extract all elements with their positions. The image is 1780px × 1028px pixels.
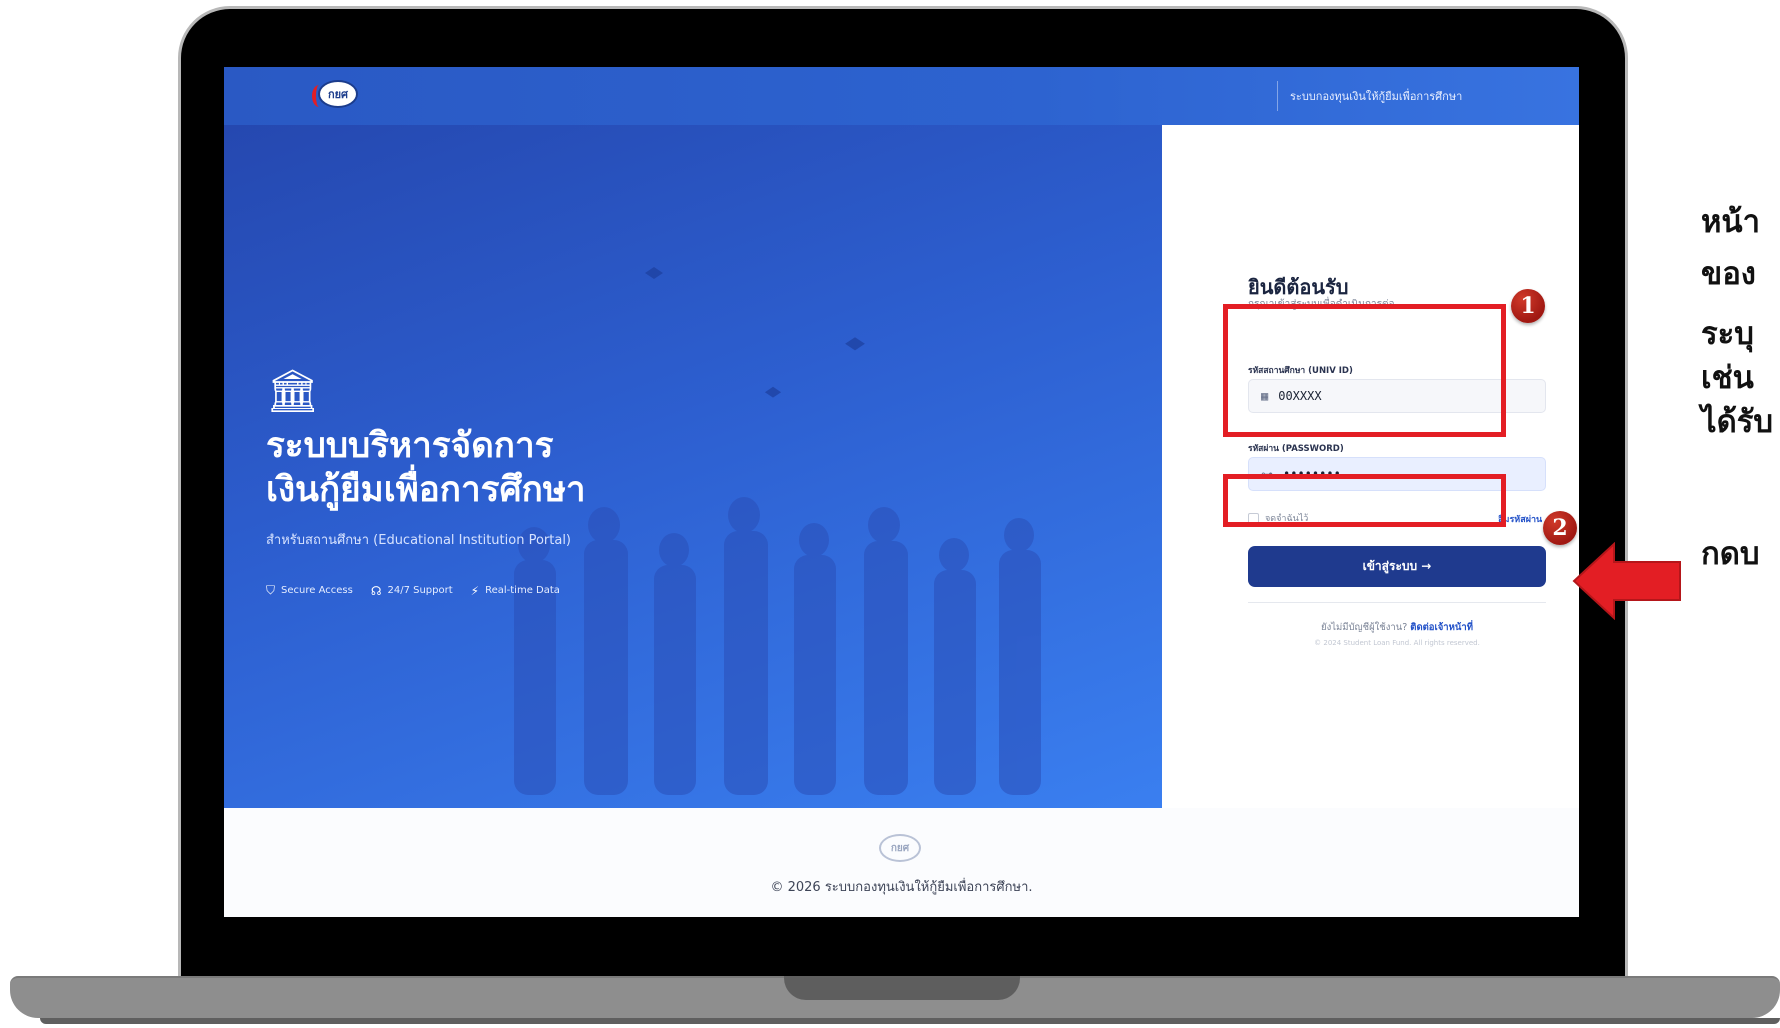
instruction-text-line: ของ bbox=[1701, 256, 1756, 292]
feature-label: 24/7 Support bbox=[387, 585, 453, 596]
feature-label: Real-time Data bbox=[485, 585, 560, 596]
top-nav-bar: กยศ ระบบกองทุนเงินให้กู้ยืมเพื่อการศึกษา bbox=[224, 67, 1579, 125]
mortarboard-icon bbox=[845, 337, 865, 351]
stage: กยศ ระบบกองทุนเงินให้กู้ยืมเพื่อการศึกษา bbox=[0, 0, 1780, 1028]
headset-icon: ☊ bbox=[370, 583, 382, 598]
instruction-text-line: เช่น bbox=[1701, 360, 1754, 396]
hero-panel: 🏛 ระบบบริหารจัดการ เงินกู้ยืมเพื่อการศึก… bbox=[224, 125, 1162, 808]
login-button[interactable]: เข้าสู่ระบบ → bbox=[1248, 546, 1546, 587]
laptop-notch bbox=[784, 976, 1020, 1000]
footer-logo-text: กยศ bbox=[890, 842, 910, 854]
feature-item: ⛉ Secure Access bbox=[266, 583, 353, 598]
divider bbox=[1248, 602, 1546, 603]
logo-icon[interactable]: กยศ bbox=[318, 80, 358, 108]
step-badge-2: 2 bbox=[1543, 511, 1577, 545]
topbar-divider bbox=[1277, 81, 1278, 111]
lightning-icon: ⚡ bbox=[470, 583, 480, 598]
feature-list: ⛉ Secure Access ☊ 24/7 Support ⚡ Real-ti… bbox=[266, 583, 560, 598]
mortarboard-icon bbox=[645, 267, 663, 279]
hero-title-line1: ระบบบริหารจัดการ bbox=[266, 426, 554, 466]
topbar-title: ระบบกองทุนเงินให้กู้ยืมเพื่อการศึกษา bbox=[1290, 90, 1463, 103]
left-arrow-icon bbox=[1572, 542, 1681, 620]
no-account-text: ยังไม่มีบัญชีผู้ใช้งาน? ติดต่อเจ้าหน้าที… bbox=[1248, 620, 1546, 635]
instruction-text-line: หน้า bbox=[1701, 204, 1761, 240]
highlight-credentials-box bbox=[1223, 304, 1506, 437]
mortarboard-icon bbox=[764, 386, 782, 398]
login-copyright: © 2024 Student Loan Fund. All rights res… bbox=[1314, 639, 1480, 647]
highlight-login-box bbox=[1223, 474, 1506, 527]
step-badge-1: 1 bbox=[1511, 289, 1545, 323]
institution-icon: 🏛 bbox=[266, 366, 320, 415]
feature-item: ⚡ Real-time Data bbox=[471, 584, 560, 598]
footer-logo-icon: กยศ bbox=[879, 834, 921, 862]
shield-icon: ⛉ bbox=[266, 583, 276, 597]
hero-title: ระบบบริหารจัดการ เงินกู้ยืมเพื่อการศึกษา bbox=[266, 425, 586, 513]
instruction-text-line: กดบ bbox=[1701, 536, 1760, 572]
footer-copyright: © 2026 ระบบกองทุนเงินให้กู้ยืมเพื่อการศึ… bbox=[770, 880, 1033, 895]
no-account-label: ยังไม่มีบัญชีผู้ใช้งาน? bbox=[1321, 622, 1408, 633]
contact-staff-link[interactable]: ติดต่อเจ้าหน้าที่ bbox=[1410, 622, 1473, 633]
login-panel: ยินดีต้อนรับ กรุณาเข้าสู่ระบบเพื่อดำเนิน… bbox=[1162, 125, 1579, 808]
instruction-text-line: ได้รับ bbox=[1701, 404, 1774, 440]
laptop-base-shadow bbox=[40, 1018, 1780, 1024]
instruction-text-line: ระบุ bbox=[1701, 316, 1754, 352]
hero-title-line2: เงินกู้ยืมเพื่อการศึกษา bbox=[266, 469, 586, 510]
hero-subtitle: สำหรับสถานศึกษา (Educational Institution… bbox=[266, 533, 572, 548]
logo-text: กยศ bbox=[327, 88, 349, 101]
page-footer: กยศ © 2026 ระบบกองทุนเงินให้กู้ยืมเพื่อก… bbox=[224, 808, 1579, 917]
feature-item: ☊ 24/7 Support bbox=[371, 584, 453, 598]
feature-label: Secure Access bbox=[281, 585, 353, 596]
password-label: รหัสผ่าน (PASSWORD) bbox=[1248, 444, 1344, 454]
